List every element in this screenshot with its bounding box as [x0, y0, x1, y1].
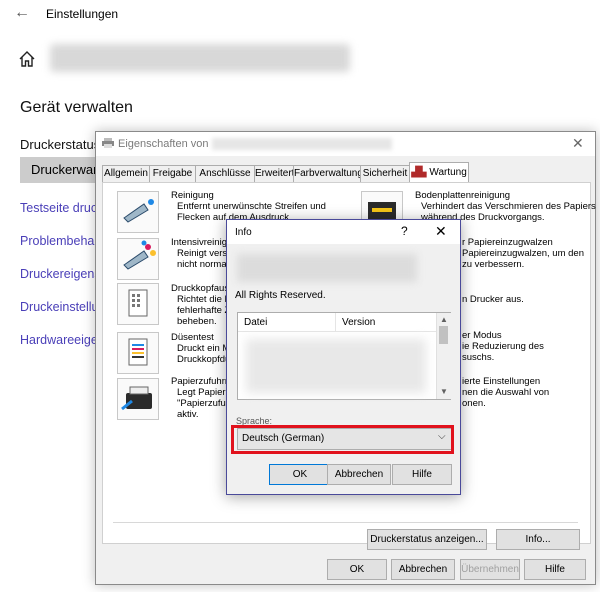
info-titlebar: Info ? ✕ — [227, 220, 460, 244]
show-printer-status-button[interactable]: Druckerstatus anzeigen... — [367, 529, 487, 550]
language-highlight-box — [231, 425, 454, 454]
info-cancel-button[interactable]: Abbrechen — [327, 464, 391, 485]
printer-icon — [102, 138, 114, 148]
help-button[interactable]: Hilfe — [524, 559, 586, 580]
tab-maintenance-label: Wartung — [429, 167, 467, 178]
item-nozzle-title: Düsentest — [171, 332, 214, 343]
back-arrow-icon[interactable]: ← — [14, 4, 30, 22]
rights-text: All Rights Reserved. — [235, 290, 326, 301]
printer-queue-button[interactable]: Druckerwart — [20, 157, 102, 183]
apply-button[interactable]: Übernehmen — [460, 559, 520, 580]
printer-queue-label: Druckerwart — [31, 162, 102, 177]
props-title: Eigenschaften von — [118, 138, 209, 150]
props-titlebar: Eigenschaften von ✕ — [96, 132, 595, 156]
column-version[interactable]: Version — [342, 317, 375, 328]
item-power-desc: n Drucker aus. — [462, 294, 524, 305]
item-deep-cleaning-title: Intensivreinigu — [171, 237, 233, 248]
product-info-blurred — [237, 254, 417, 282]
item-alignment-title: Druckkopfausr — [171, 283, 233, 294]
item-nozzle-desc: Druckt ein M Druckkopfdü — [177, 343, 231, 365]
close-icon[interactable]: ✕ — [435, 223, 447, 240]
cleaning-icon[interactable] — [117, 191, 159, 233]
maintenance-tab-icon: ▟▙ — [411, 167, 427, 178]
link-hardware-properties[interactable]: Hardwareeige — [20, 333, 98, 347]
scroll-down-icon[interactable]: ▼ — [440, 387, 448, 396]
paper-feed-cleaning-icon[interactable] — [117, 378, 159, 420]
settings-title: Einstellungen — [46, 7, 119, 21]
item-bottom-plate-title: Bodenplattenreinigung — [415, 190, 511, 201]
device-name-blurred — [50, 44, 350, 72]
page-heading: Gerät verwalten — [20, 99, 133, 116]
help-icon[interactable]: ? — [401, 224, 408, 238]
list-content-blurred — [246, 339, 426, 393]
item-alignment-desc: Richtet die D fehlerhafte Z beheben. — [177, 294, 231, 327]
nozzle-check-icon[interactable] — [117, 332, 159, 374]
item-cleaning-title: Reinigung — [171, 190, 214, 201]
scroll-thumb[interactable] — [439, 326, 448, 344]
tab-general[interactable]: Allgemein — [102, 165, 150, 182]
cancel-button[interactable]: Abbrechen — [391, 559, 455, 580]
list-scrollbar[interactable]: ▲ ▼ — [436, 313, 451, 399]
tab-maintenance[interactable]: ▟▙ Wartung — [409, 162, 469, 183]
tab-color[interactable]: Farbverwaltung — [293, 165, 363, 182]
info-ok-button[interactable]: OK — [269, 464, 331, 485]
link-printer-properties[interactable]: Druckereigens — [20, 267, 101, 281]
tab-advanced[interactable]: Erweitert — [254, 165, 294, 182]
column-file[interactable]: Datei — [244, 317, 267, 328]
item-feed-desc: Legt Papierz "Papierzufuh aktiv. — [177, 387, 232, 420]
item-roller-desc: r Papiereinzugwalzen Papiereinzugwalzen,… — [462, 237, 584, 270]
item-deep-cleaning-desc: Reinigt verst nicht normal — [177, 248, 230, 270]
link-troubleshoot[interactable]: Problembehar — [20, 234, 99, 248]
ok-button[interactable]: OK — [327, 559, 387, 580]
list-header: Datei Version — [238, 313, 436, 332]
link-test-page[interactable]: Testseite druc — [20, 201, 97, 215]
item-custom-desc: ierte Einstellungen nen die Auswahl von … — [462, 376, 550, 409]
deep-cleaning-icon[interactable] — [117, 238, 159, 280]
link-print-settings[interactable]: Druckeinstellu — [20, 300, 99, 314]
printer-status-label: Druckerstatus — [20, 137, 101, 152]
tab-security[interactable]: Sicherheit — [360, 165, 410, 182]
tab-ports[interactable]: Anschlüsse — [195, 165, 255, 182]
close-icon[interactable]: ✕ — [572, 135, 584, 152]
item-quiet-desc: er Modus ie Reduzierung des suschs. — [462, 330, 544, 363]
file-version-list[interactable]: Datei Version ▲ ▼ — [237, 312, 451, 400]
tab-sharing[interactable]: Freigabe — [149, 165, 196, 182]
about-button[interactable]: Info... — [496, 529, 580, 550]
head-alignment-icon[interactable] — [117, 283, 159, 325]
divider — [113, 522, 578, 523]
home-icon[interactable] — [18, 50, 36, 68]
scroll-up-icon[interactable]: ▲ — [440, 315, 448, 324]
props-title-blurred — [212, 138, 392, 150]
info-help-button[interactable]: Hilfe — [392, 464, 452, 485]
column-separator — [335, 313, 336, 331]
info-title: Info — [235, 227, 252, 238]
